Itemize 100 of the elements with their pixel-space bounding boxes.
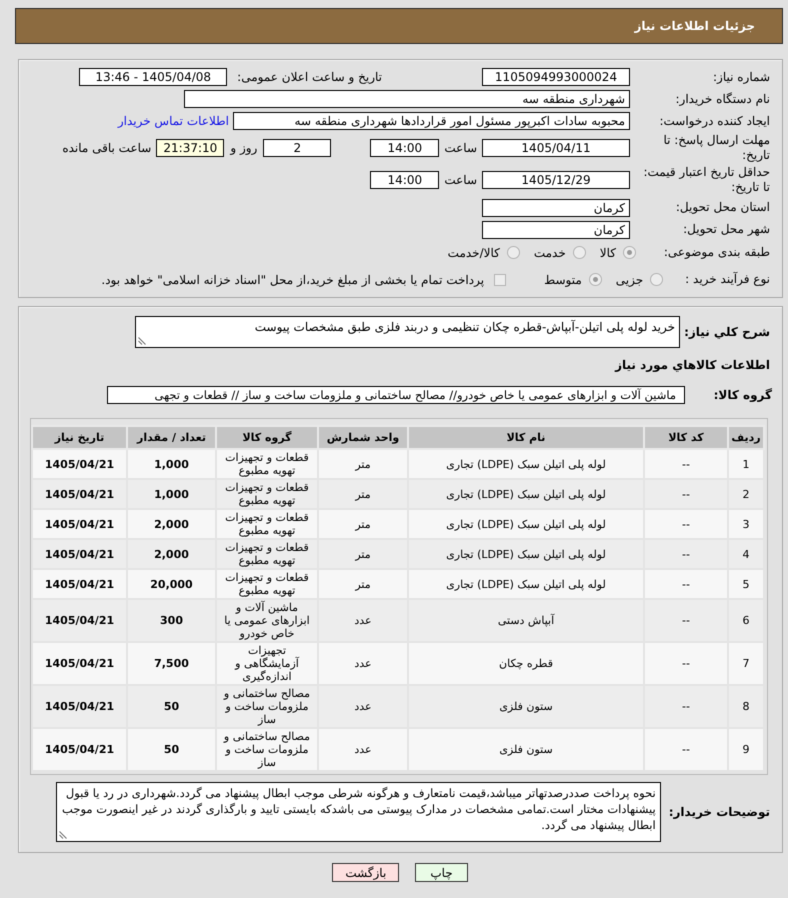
deadline-date-field[interactable]: 1405/04/11 [482,138,630,156]
days-field[interactable]: 2 [263,138,332,156]
field-label: شرح کلي نیاز: [685,325,770,339]
field-label: نوع فرآیند خرید : [685,272,770,287]
table-cell: آبپاش دستی [408,599,644,642]
table-cell: 20,000 [127,569,216,599]
table-cell: 50 [127,728,216,771]
resize-grip-icon[interactable] [138,337,146,345]
field-label: توضیحات خریدار: [668,805,770,819]
table-cell: متر [318,539,408,569]
field-label: مهلت ارسال پاسخ: تا تاریخ: [662,132,770,162]
table-cell: ستون فلزی [408,685,644,728]
table-cell: 7 [728,642,764,685]
resize-grip-icon[interactable] [58,831,67,839]
table-cell: 2,000 [127,509,216,539]
requester-field[interactable]: محبوبه سادات اکبرپور مسئول امور قراردادها شهرداری منطقه سه [233,112,630,130]
field-label: تاریخ و ساعت اعلان عمومی: [237,70,382,84]
table-cell: متر [318,569,408,599]
table-cell: 300 [127,599,216,642]
table-cell: لوله پلی اتیلن سبک (LDPE) تجاری [408,449,644,479]
table-cell: 1405/04/21 [32,728,127,771]
validity-date-field[interactable]: 1405/12/29 [482,171,630,189]
table-cell: 1405/04/21 [32,685,127,728]
column-header[interactable]: نام کالا [408,426,644,449]
field-label: ایجاد کننده درخواست: [658,114,770,128]
field-label: شماره نیاز: [712,70,770,84]
section-title: اطلاعات کالاهاي مورد نیاز [614,357,770,373]
table-cell: -- [644,509,728,539]
table-cell: 2,000 [127,539,216,569]
table-cell: 1 [728,449,764,479]
table-cell: لوله پلی اتیلن سبک (LDPE) تجاری [408,509,644,539]
back-button[interactable]: بازگشت [332,863,400,882]
field-label: ساعت باقی مانده [62,140,152,154]
table-cell: 1405/04/21 [32,599,127,642]
table-cell: -- [644,479,728,509]
table-cell: لوله پلی اتیلن سبک (LDPE) تجاری [408,539,644,569]
table-cell: 1,000 [127,479,216,509]
field-label: ساعت [444,140,477,154]
column-header[interactable]: تاریخ نیاز [32,426,127,449]
table-cell: 4 [728,539,764,569]
table-cell: قطره چکان [408,642,644,685]
province-field[interactable]: کرمان [482,198,630,216]
field-label: ساعت [444,173,477,187]
table-cell: -- [644,685,728,728]
table-cell: متر [318,509,408,539]
table-cell: عدد [318,728,408,771]
table-cell: 50 [127,685,216,728]
table-cell: 9 [728,728,764,771]
table-cell: مصالح ساختمانی و ملزومات ساخت و ساز [216,685,318,728]
table-cell: عدد [318,642,408,685]
table-cell: 8 [728,685,764,728]
print-button[interactable]: چاپ [415,863,468,882]
notes-field[interactable]: نحوه پرداخت صددرصدتهاتر میباشد،قیمت نامتعارف و هرگونه شرطی موجب ابطال پیشنهاد می گردد.شهرداری در رد یا قبول پیشنهادات مختار است.تمامی مشخصات در مدارک پیوستی می باشدکه بایستی تایید و بارگذاری گردند در غیر اینصورت موجب ابطال پیشنهاد می گردد. [56,782,661,842]
table-cell: -- [644,449,728,479]
table-cell: 6 [728,599,764,642]
table-cell: لوله پلی اتیلن سبک (LDPE) تجاری [408,479,644,509]
field-label: شهر محل تحویل: [682,222,770,237]
table-cell: 1405/04/21 [32,539,127,569]
table-cell: قطعات و تجهیزات تهویه مطبوع [216,569,318,599]
table-cell: -- [644,642,728,685]
column-header[interactable]: ردیف [728,426,764,449]
table-cell: 7,500 [127,642,216,685]
column-header[interactable]: کد کالا [644,426,728,449]
remaining-time-field[interactable]: 21:37:10 [156,138,224,156]
field-label: استان محل تحویل: [674,200,770,215]
field-label: گروه کالا: [712,388,772,402]
table-cell: ماشین آلات و ابزارهای عمومی یا خاص خودرو [216,599,318,642]
page-title: جزئیات اطلاعات نیاز [634,19,755,33]
column-header[interactable]: تعداد / مقدار [127,426,216,449]
column-header[interactable]: واحد شمارش [318,426,408,449]
table-cell: 1405/04/21 [32,569,127,599]
deadline-time-field[interactable]: 14:00 [370,138,440,156]
table-cell: متر [318,449,408,479]
table-cell: قطعات و تجهیزات تهویه مطبوع [216,509,318,539]
description-field[interactable]: خرید لوله پلی اتیلن-آبپاش-قطره چکان تنظیمی و دربند فلزی طبق مشخصات پیوست [135,316,680,348]
need-number-field[interactable]: 1105094993000024 [482,68,630,86]
buyer-org-field[interactable]: شهرداری منطقه سه [184,90,630,108]
field-label: حداقل تاریخ اعتبار قیمت: تا تاریخ: [642,165,770,195]
table-cell: لوله پلی اتیلن سبک (LDPE) تجاری [408,569,644,599]
announce-date-field[interactable]: 1405/04/08 - 13:46 [79,68,228,86]
goods-group-field[interactable]: ماشین آلات و ابزارهای عمومی یا خاص خودرو// مصالح ساختمانی و ملزومات ساخت و ساز // قطعات و تجهی [107,386,685,404]
table-cell: قطعات و تجهیزات تهویه مطبوع [216,479,318,509]
table-cell: مصالح ساختمانی و ملزومات ساخت و ساز [216,728,318,771]
table-cell: -- [644,539,728,569]
table-cell: متر [318,479,408,509]
table-cell: 1405/04/21 [32,642,127,685]
field-label: روز و [230,140,258,154]
table-cell: -- [644,728,728,771]
table-cell: -- [644,599,728,642]
column-header[interactable]: گروه کالا [216,426,318,449]
table-cell: عدد [318,685,408,728]
table-cell: 5 [728,569,764,599]
table-cell: -- [644,569,728,599]
field-label: طبقه بندی موضوعی: [662,245,770,260]
table-cell: قطعات و تجهیزات تهویه مطبوع [216,449,318,479]
city-field[interactable]: کرمان [482,220,630,238]
table-cell: عدد [318,599,408,642]
table-cell: تجهیزات آزمایشگاهی و اندازه‌گیری [216,642,318,685]
buyer-contact-link[interactable]: اطلاعات تماس خریدار [118,114,229,128]
validity-time-field[interactable]: 14:00 [370,171,440,189]
